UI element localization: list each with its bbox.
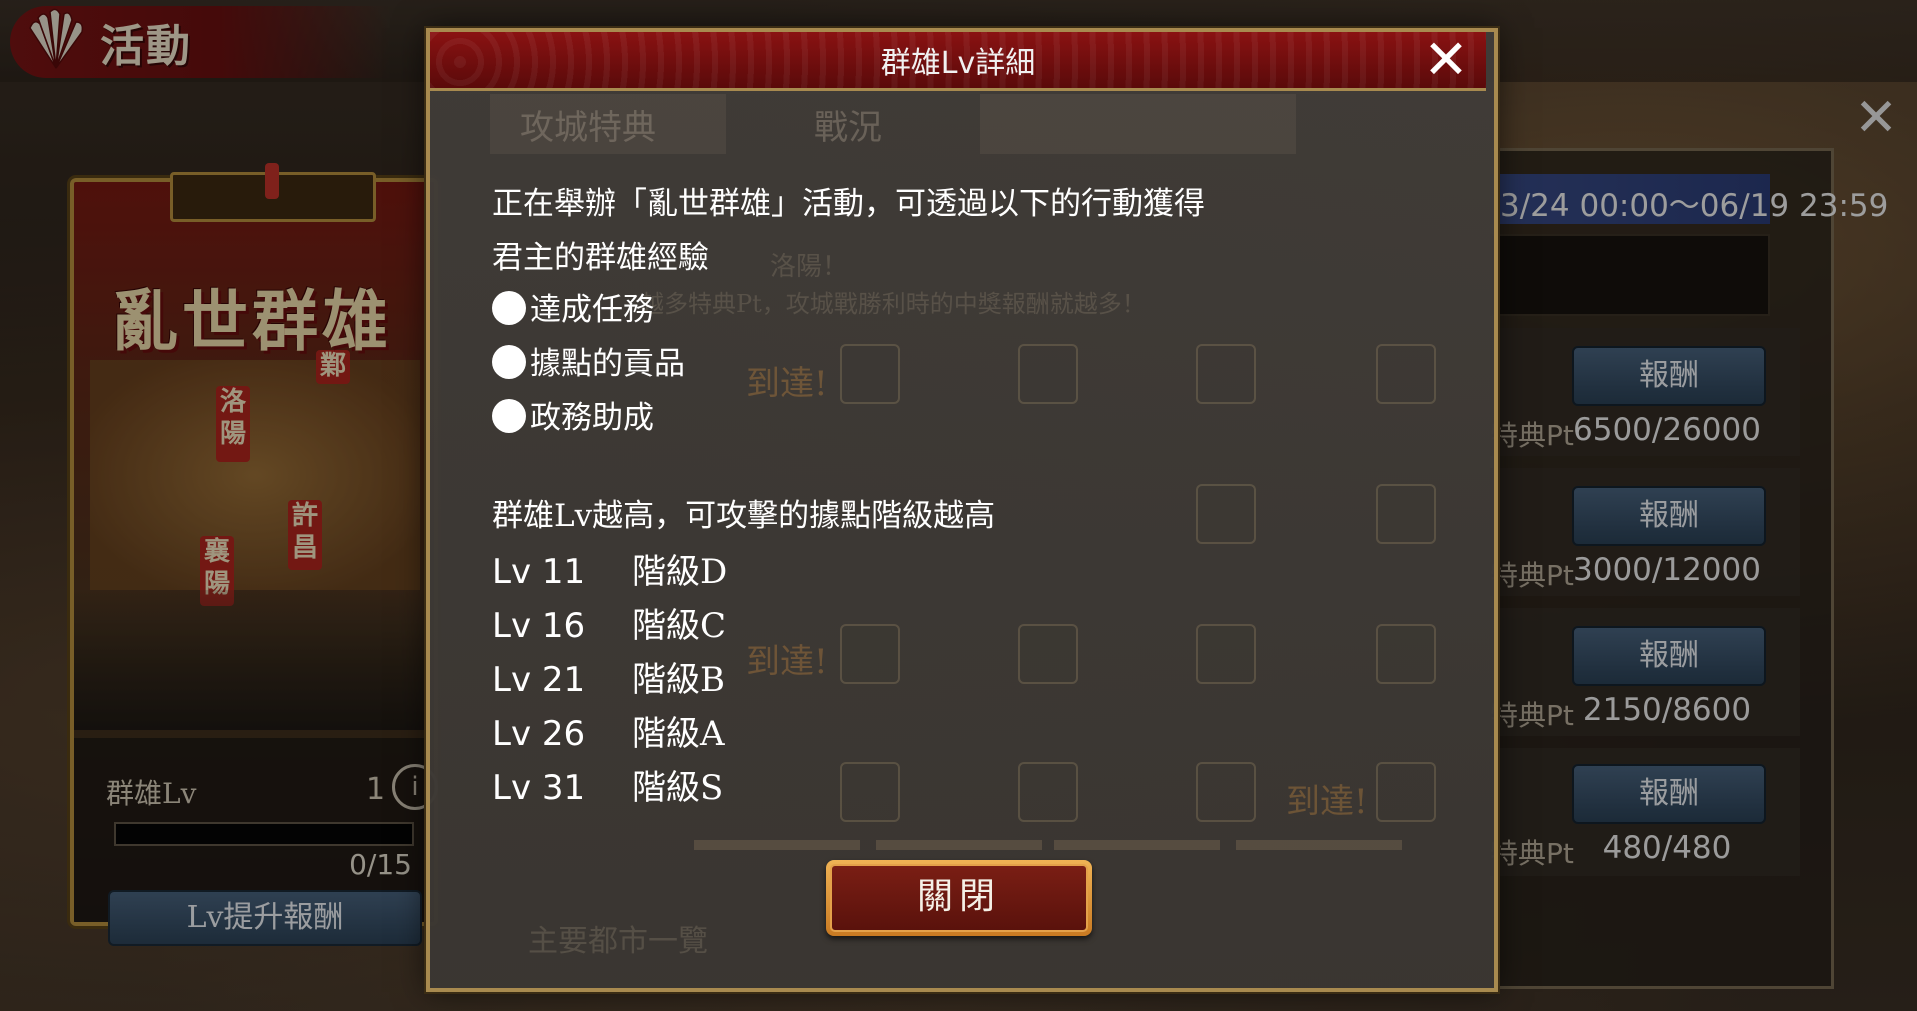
level-row: Lv 16 階級C: [492, 598, 726, 647]
rule-line: 群雄Lv越高，可攻擊的據點階級越高: [492, 498, 996, 534]
faded-text: 洛陽！: [770, 252, 849, 282]
intro-line-2: 君主的群雄經驗: [492, 240, 709, 276]
faded-bar: [876, 840, 1042, 850]
level-tier: 階級D: [632, 552, 728, 592]
level-value: Lv 16: [492, 606, 586, 646]
faded-slot: [1376, 762, 1436, 822]
bullet-text: 達成任務: [530, 292, 654, 328]
level-value: Lv 31: [492, 768, 586, 808]
level-value: Lv 21: [492, 660, 586, 700]
close-icon[interactable]: ✕: [1420, 33, 1472, 87]
faded-text: 到達!: [746, 364, 828, 404]
faded-bar: [694, 840, 860, 850]
faded-slot: [1376, 624, 1436, 684]
level-row: Lv 26 階級A: [492, 706, 725, 755]
level-row: Lv 21 階級B: [492, 652, 725, 701]
bullet-text: 據點的貢品: [530, 346, 685, 382]
faded-bar: [1054, 840, 1220, 850]
modal-title: 群雄Lv詳細: [880, 46, 1036, 81]
intro-line-1: 正在舉辦「亂世群雄」活動，可透過以下的行動獲得: [492, 186, 1205, 222]
faded-slot: [1196, 624, 1256, 684]
faded-text: 越多特典Pt，攻城戰勝利時的中獎報酬就越多！: [640, 290, 1146, 318]
faded-slot: [1196, 484, 1256, 544]
bullet-dot-icon: [492, 291, 526, 325]
level-tier: 階級S: [632, 768, 724, 808]
faded-slot: [1196, 344, 1256, 404]
level-value: Lv 26: [492, 714, 586, 754]
close-button[interactable]: 關閉: [826, 860, 1092, 936]
level-row: Lv 11 階級D: [492, 544, 727, 593]
level-tier: 階級B: [632, 660, 725, 700]
close-button-label: 關閉: [830, 864, 1088, 932]
faded-text: 主要都市一覽: [528, 924, 708, 959]
faded-slot: [1196, 762, 1256, 822]
bullet-dot-icon: [492, 345, 526, 379]
faded-slot: [840, 624, 900, 684]
faded-slot: [840, 344, 900, 404]
faded-slot: [1376, 344, 1436, 404]
faded-tab-siege: 攻城特典: [520, 108, 656, 148]
bullet-dot-icon: [492, 399, 526, 433]
bullet-text: 政務助成: [530, 400, 654, 436]
bullet-item: 政務助成: [492, 392, 654, 437]
level-value: Lv 11: [492, 552, 586, 592]
faded-slot: [1018, 762, 1078, 822]
faded-text: 到達!: [1286, 782, 1368, 822]
level-row: Lv 31 階級S: [492, 760, 723, 809]
bullet-item: 據點的貢品: [492, 338, 685, 383]
faded-bar: [1236, 840, 1402, 850]
faded-tab-bg: [980, 94, 1296, 154]
level-tier: 階級A: [632, 714, 725, 754]
faded-tab-status: 戰況: [814, 108, 882, 148]
faded-slot: [1018, 344, 1078, 404]
level-tier: 階級C: [632, 606, 727, 646]
faded-slot: [1018, 624, 1078, 684]
faded-text: 到達!: [746, 642, 828, 682]
faded-slot: [840, 762, 900, 822]
faded-slot: [1376, 484, 1436, 544]
bullet-item: 達成任務: [492, 284, 654, 329]
